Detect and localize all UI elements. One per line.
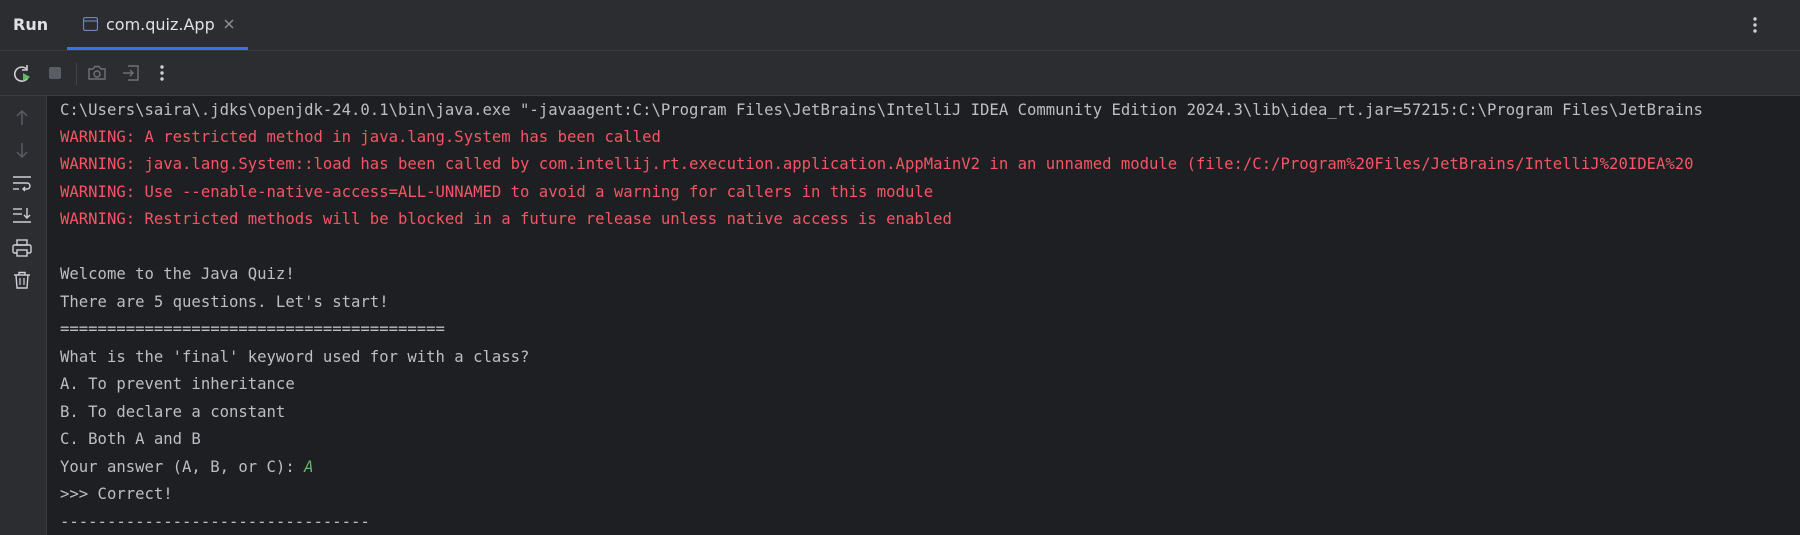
arrow-down-icon[interactable] — [10, 138, 34, 162]
rerun-icon[interactable] — [10, 61, 34, 85]
console-prompt-line: Your answer (A, B, or C): A — [60, 457, 314, 477]
console-window-icon — [83, 17, 98, 31]
console-line: C. Both A and B — [60, 430, 201, 448]
run-toolbar — [0, 51, 1800, 96]
tab-com-quiz-app[interactable]: com.quiz.App — [67, 0, 248, 50]
more-vertical-icon[interactable] — [150, 61, 174, 85]
console-line: --------------------------------- — [60, 513, 370, 531]
console-output[interactable]: C:\Users\saira\.jdks\openjdk-24.0.1\bin\… — [47, 96, 1800, 535]
user-input-text: A — [304, 458, 314, 476]
close-icon[interactable] — [222, 17, 236, 31]
prompt-text: Your answer (A, B, or C): — [60, 458, 305, 476]
exit-icon[interactable] — [119, 61, 143, 85]
soft-wrap-icon[interactable] — [10, 171, 34, 195]
toolbar-separator — [76, 63, 77, 85]
console-warning-line: WARNING: A restricted method in java.lan… — [60, 128, 661, 146]
console-line: ========================================… — [60, 320, 445, 338]
console-warning-line: WARNING: Restricted methods will be bloc… — [60, 210, 952, 228]
console-line: There are 5 questions. Let's start! — [60, 293, 389, 311]
stop-icon[interactable] — [43, 61, 67, 85]
console-gutter — [0, 96, 47, 535]
console-line: >>> Correct! — [60, 485, 173, 503]
console-line: C:\Users\saira\.jdks\openjdk-24.0.1\bin\… — [60, 101, 1703, 119]
tab-label: com.quiz.App — [106, 15, 215, 34]
console-warning-line: WARNING: java.lang.System::load has been… — [60, 155, 1694, 173]
console-line: Welcome to the Java Quiz! — [60, 265, 295, 283]
run-header: Run com.quiz.App — [0, 0, 1800, 51]
console-line: What is the 'final' keyword used for wit… — [60, 348, 530, 366]
scroll-to-end-icon[interactable] — [10, 203, 34, 227]
camera-icon[interactable] — [85, 61, 109, 85]
console-line: B. To declare a constant — [60, 403, 286, 421]
arrow-up-icon[interactable] — [10, 106, 34, 130]
more-vertical-icon[interactable] — [1750, 14, 1760, 36]
console-line: A. To prevent inheritance — [60, 375, 295, 393]
run-title: Run — [13, 15, 49, 34]
console-warning-line: WARNING: Use --enable-native-access=ALL-… — [60, 183, 934, 201]
run-tool-window: Run com.quiz.App C:\Users\saira\.jdks\op… — [0, 0, 1800, 535]
print-icon[interactable] — [10, 236, 34, 260]
trash-icon[interactable] — [10, 268, 34, 292]
